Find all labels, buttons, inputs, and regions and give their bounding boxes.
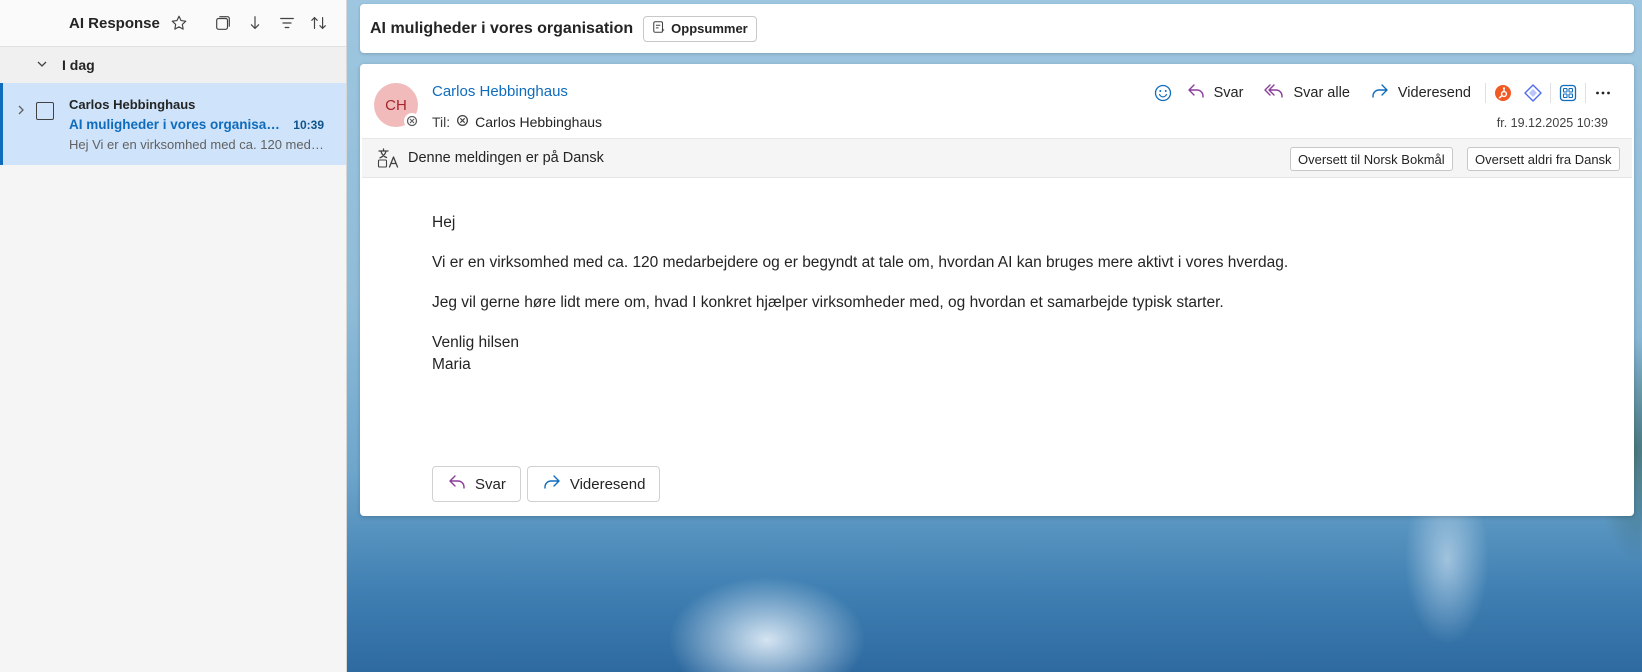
filter-icon[interactable] <box>276 12 298 34</box>
body-closing: Venlig hilsen <box>432 334 520 351</box>
bottom-action-bar: Svar Videresend <box>432 466 661 502</box>
mail-preview: Hej Vi er en virksomhed med ca. 120 meda… <box>69 137 324 152</box>
emoji-reaction-icon[interactable] <box>1150 78 1176 108</box>
bottom-forward-button[interactable]: Videresend <box>526 466 661 502</box>
reply-icon <box>447 473 467 495</box>
mail-sender: Carlos Hebbinghaus <box>69 97 196 112</box>
mail-list-pane: AI Response I dag Carlos Hebbinghaus AI … <box>0 0 347 672</box>
forward-label: Videresend <box>1397 85 1471 101</box>
favorite-star-icon[interactable] <box>168 12 190 34</box>
presence-offline-icon <box>404 113 420 129</box>
reply-all-icon <box>1263 82 1285 104</box>
forward-button[interactable]: Videresend <box>1360 78 1481 108</box>
never-translate-button[interactable]: Oversett aldri fra Dansk <box>1467 147 1620 171</box>
apps-grid-icon[interactable] <box>1555 78 1581 108</box>
bottom-reply-button[interactable]: Svar <box>432 466 521 502</box>
translate-button[interactable]: Oversett til Norsk Bokmål <box>1290 147 1453 171</box>
subject-bar: AI muligheder i vores organisation Oppsu… <box>360 4 1634 53</box>
summarize-label: Oppsummer <box>671 21 748 36</box>
reply-icon <box>1186 82 1206 104</box>
list-item[interactable]: Carlos Hebbinghaus AI muligheder i vores… <box>0 83 346 165</box>
reply-all-label: Svar alle <box>1293 85 1350 101</box>
sort-icon[interactable] <box>308 12 330 34</box>
body-signature: Maria <box>432 356 471 373</box>
group-header-today[interactable]: I dag <box>0 47 346 83</box>
summary-icon <box>652 20 666 37</box>
select-mode-icon[interactable] <box>212 12 234 34</box>
more-options-icon[interactable] <box>1590 78 1616 108</box>
reply-button[interactable]: Svar <box>1176 78 1254 108</box>
message-date: fr. 19.12.2025 10:39 <box>1496 116 1608 130</box>
translation-bar: Denne meldingen er på Dansk Oversett til… <box>362 138 1632 178</box>
summarize-button[interactable]: Oppsummer <box>643 15 757 42</box>
mail-time: 10:39 <box>293 118 324 132</box>
sender-name-link[interactable]: Carlos Hebbinghaus <box>432 83 568 100</box>
message-action-bar: Svar Svar alle Videresend <box>1150 78 1616 108</box>
chevron-right-icon[interactable] <box>15 103 27 119</box>
translate-icon <box>376 145 402 171</box>
select-checkbox[interactable] <box>36 102 54 120</box>
toolbar-divider <box>1485 83 1486 103</box>
recipient-name[interactable]: Carlos Hebbinghaus <box>475 114 602 130</box>
bottom-forward-label: Videresend <box>569 475 646 493</box>
reply-label: Svar <box>1213 85 1244 101</box>
forward-icon <box>542 473 562 495</box>
conversation-subject: AI muligheder i vores organisation <box>370 19 634 37</box>
forward-icon <box>1370 82 1390 104</box>
recipient-status-icon <box>456 114 469 130</box>
body-paragraph: Jeg vil gerne høre lidt mere om, hvad I … <box>432 294 1224 311</box>
chevron-down-icon <box>36 57 48 73</box>
message-body: Hej Vi er en virksomhed med ca. 120 meda… <box>432 212 1602 376</box>
body-paragraph: Vi er en virksomhed med ca. 120 medarbej… <box>432 254 1289 271</box>
folder-title: AI Response <box>69 14 160 32</box>
to-label: Til: <box>432 114 451 130</box>
mail-subject: AI muligheder i vores organisation <box>69 117 284 132</box>
toolbar-divider <box>1550 83 1551 103</box>
reading-pane: CH Carlos Hebbinghaus Til: Carlos Hebbin… <box>360 64 1634 516</box>
mail-list-header: AI Response <box>0 0 346 47</box>
hubspot-addin-icon[interactable] <box>1490 78 1516 108</box>
toolbar-divider <box>1585 83 1586 103</box>
translation-notice: Denne meldingen er på Dansk <box>408 150 604 166</box>
reply-all-button[interactable]: Svar alle <box>1253 78 1359 108</box>
avatar-initials: CH <box>385 96 407 114</box>
loop-addin-icon[interactable] <box>1520 78 1546 108</box>
body-greeting: Hej <box>432 214 456 231</box>
group-label: I dag <box>62 57 95 73</box>
recipient-line: Til: Carlos Hebbinghaus <box>432 114 602 130</box>
bottom-reply-label: Svar <box>475 475 506 493</box>
jump-to-icon[interactable] <box>244 12 266 34</box>
